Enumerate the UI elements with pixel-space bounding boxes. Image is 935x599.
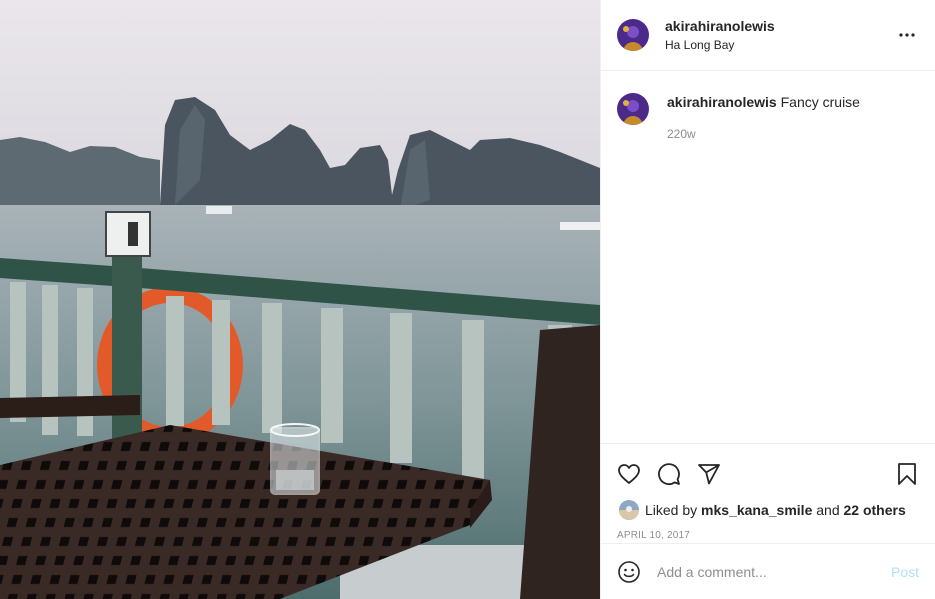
caption-body: akirahiranolewis Fancy cruise 220w: [667, 93, 860, 143]
post-actions: Liked by mks_kana_smile and 22 others AP…: [601, 443, 935, 541]
caption-username[interactable]: akirahiranolewis: [667, 94, 777, 110]
likes-prefix: Liked by: [645, 502, 698, 518]
post-date[interactable]: APRIL 10, 2017: [601, 520, 935, 541]
heart-icon[interactable]: [615, 460, 643, 488]
bookmark-icon[interactable]: [893, 460, 921, 488]
post-container: akirahiranolewis Ha Long Bay akirahirano…: [0, 0, 935, 599]
post-comment-button[interactable]: Post: [891, 564, 919, 580]
caption-text: Fancy cruise: [780, 94, 860, 110]
header-avatar[interactable]: [617, 19, 649, 51]
post-header: akirahiranolewis Ha Long Bay: [601, 0, 935, 71]
add-comment-bar: Post: [601, 543, 935, 599]
caption-avatar[interactable]: [617, 93, 649, 125]
liker-avatar[interactable]: [619, 500, 639, 520]
likes-others[interactable]: 22 others: [844, 502, 906, 518]
post-photo-image: [0, 0, 600, 599]
likes-user[interactable]: mks_kana_smile: [701, 502, 812, 518]
emoji-icon[interactable]: [615, 558, 643, 586]
comment-icon[interactable]: [655, 460, 683, 488]
likes-summary: Liked by mks_kana_smile and 22 others: [601, 492, 935, 520]
share-icon[interactable]: [695, 460, 723, 488]
header-username[interactable]: akirahiranolewis: [665, 18, 895, 34]
comment-input[interactable]: [657, 563, 891, 580]
header-location[interactable]: Ha Long Bay: [665, 38, 895, 52]
post-side-panel: akirahiranolewis Ha Long Bay akirahirano…: [600, 0, 935, 599]
caption-time[interactable]: 220w: [667, 125, 860, 143]
header-user-info: akirahiranolewis Ha Long Bay: [665, 18, 895, 52]
likes-joiner: and: [816, 502, 840, 518]
caption-comment: akirahiranolewis Fancy cruise 220w: [601, 71, 935, 143]
more-options-icon[interactable]: [895, 23, 919, 47]
post-photo[interactable]: [0, 0, 600, 599]
action-icons: [601, 444, 935, 492]
